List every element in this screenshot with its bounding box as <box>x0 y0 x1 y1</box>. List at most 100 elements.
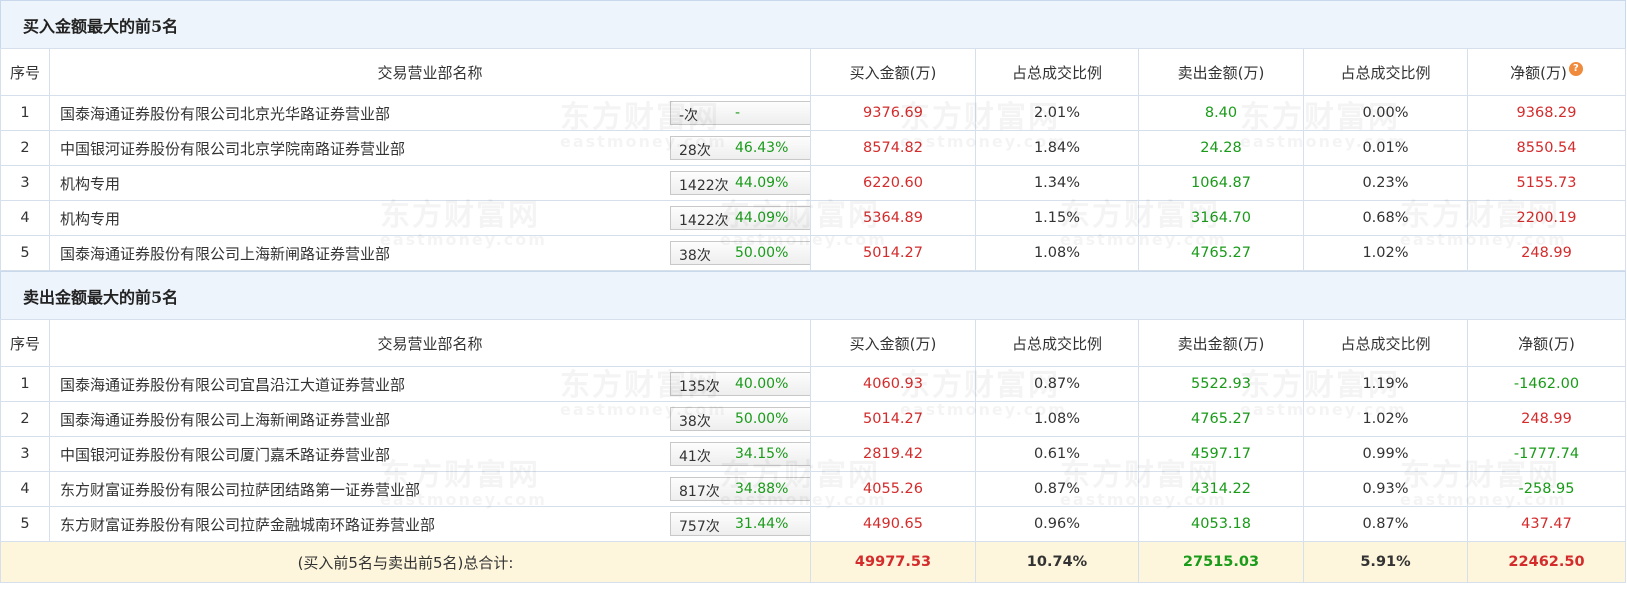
buy-ratio: 0.87% <box>975 366 1139 402</box>
total-net-amount: 22462.50 <box>1467 541 1626 583</box>
listing-count: 38次 <box>679 414 711 430</box>
net-amount: -1777.74 <box>1467 436 1626 472</box>
listing-count: 28次 <box>679 143 711 159</box>
header-sell-amount[interactable]: 卖出金额(万) <box>1138 48 1304 96</box>
branch-cell: 国泰海通证券股份有限公司北京光华路证券营业部 -次-? <box>49 95 811 131</box>
branch-cell: 东方财富证券股份有限公司拉萨金融城南环路证券营业部 757次 31.44% <box>49 506 811 542</box>
table-row: 5 国泰海通证券股份有限公司上海新闸路证券营业部 38次 50.00% 5014.27 1… <box>0 235 1626 271</box>
branch-cell: 国泰海通证券股份有限公司宜昌沿江大道证券营业部 135次40.00%? <box>49 366 811 402</box>
branch-stats-button[interactable]: 38次 50.00% <box>670 241 810 265</box>
header-net-amount[interactable]: 净额(万) <box>1467 319 1626 367</box>
row-index: 5 <box>0 235 50 271</box>
sell-ratio: 1.02% <box>1303 401 1468 437</box>
row-index: 2 <box>0 401 50 437</box>
branch-stats-button[interactable]: 41次 34.15% <box>670 442 810 466</box>
buy-amount: 8574.82 <box>810 130 976 166</box>
sell-amount: 5522.93 <box>1138 366 1304 402</box>
branch-cell: 中国银河证券股份有限公司北京学院南路证券营业部 28次 46.43% <box>49 130 811 166</box>
branch-stats-button[interactable]: 28次 46.43% <box>670 136 810 160</box>
header-sell-amount[interactable]: 卖出金额(万) <box>1138 319 1304 367</box>
buy-ratio: 0.87% <box>975 471 1139 507</box>
branch-name-link[interactable]: 东方财富证券股份有限公司拉萨团结路第一证券营业部 <box>60 479 420 500</box>
sell-section-title: 卖出金额最大的前5名 <box>0 271 1626 319</box>
table-header-row: 序号 交易营业部名称 买入金额(万) 占总成交比例 卖出金额(万) 占总成交比例… <box>0 319 1626 367</box>
sell-ratio: 0.23% <box>1303 165 1468 201</box>
buy-ratio: 2.01% <box>975 95 1139 131</box>
buy-amount: 5014.27 <box>810 401 976 437</box>
branch-name-link[interactable]: 机构专用 <box>60 208 120 229</box>
sell-amount: 4765.27 <box>1138 401 1304 437</box>
win-rate: 44.09% <box>735 175 789 191</box>
table-row: 1国泰海通证券股份有限公司北京光华路证券营业部-次-?9376.692.01%8… <box>0 95 1626 131</box>
total-sell-ratio: 5.91% <box>1303 541 1468 583</box>
branch-name-link[interactable]: 东方财富证券股份有限公司拉萨金融城南环路证券营业部 <box>60 514 435 535</box>
row-index: 1 <box>0 95 50 131</box>
net-amount: 248.99 <box>1467 235 1626 271</box>
branch-cell: 东方财富证券股份有限公司拉萨团结路第一证券营业部 817次 34.88% <box>49 471 811 507</box>
sell-ratio: 0.93% <box>1303 471 1468 507</box>
branch-name-link[interactable]: 国泰海通证券股份有限公司北京光华路证券营业部 <box>60 103 390 124</box>
branch-cell: 机构专用 1422次 44.09% <box>49 200 811 236</box>
buy-top5-table: 序号 交易营业部名称 买入金额(万) 占总成交比例 卖出金额(万) 占总成交比例… <box>0 48 1626 271</box>
table-row: 4 机构专用 1422次 44.09% 5364.89 1.15% 3164.70 0.68%… <box>0 200 1626 236</box>
branch-stats-button[interactable]: 1422次 44.09% <box>670 171 810 195</box>
branch-name-link[interactable]: 机构专用 <box>60 173 120 194</box>
branch-name-link[interactable]: 国泰海通证券股份有限公司上海新闸路证券营业部 <box>60 243 390 264</box>
buy-ratio: 1.08% <box>975 401 1139 437</box>
sell-amount: 3164.70 <box>1138 200 1304 236</box>
header-net-label: 净额(万) <box>1510 63 1567 82</box>
branch-stats-button[interactable]: 757次 31.44% <box>670 512 810 536</box>
win-rate: 46.43% <box>735 140 789 156</box>
branch-name-link[interactable]: 国泰海通证券股份有限公司宜昌沿江大道证券营业部 <box>60 374 405 395</box>
net-amount: -1462.00 <box>1467 366 1626 402</box>
net-amount: 9368.29 <box>1467 95 1626 131</box>
sell-amount: 4314.22 <box>1138 471 1304 507</box>
buy-ratio: 1.08% <box>975 235 1139 271</box>
listing-count: 41次 <box>679 449 711 465</box>
listing-count: 1422次 <box>679 178 729 194</box>
sell-amount: 4597.17 <box>1138 436 1304 472</box>
help-icon[interactable]: ? <box>1568 61 1583 76</box>
buy-section-title: 买入金额最大的前5名 <box>0 0 1626 48</box>
win-rate: 50.00% <box>735 411 789 427</box>
row-index: 2 <box>0 130 50 166</box>
header-sell-ratio[interactable]: 占总成交比例 <box>1303 48 1468 96</box>
row-index: 4 <box>0 471 50 507</box>
row-index: 4 <box>0 200 50 236</box>
sell-amount: 4053.18 <box>1138 506 1304 542</box>
branch-stats-button[interactable]: 1422次 44.09% <box>670 206 810 230</box>
net-amount: -258.95 <box>1467 471 1626 507</box>
dragon-tiger-board: 买入金额最大的前5名 序号 交易营业部名称 买入金额(万) 占总成交比例 卖出金… <box>0 0 1626 583</box>
header-buy-amount[interactable]: 买入金额(万) <box>810 319 976 367</box>
listing-count: 757次 <box>679 519 720 535</box>
listing-count: -次 <box>679 108 699 124</box>
buy-amount: 4060.93 <box>810 366 976 402</box>
header-buy-ratio[interactable]: 占总成交比例 <box>975 319 1139 367</box>
win-rate: 34.15% <box>735 446 789 462</box>
buy-ratio: 0.61% <box>975 436 1139 472</box>
net-amount: 5155.73 <box>1467 165 1626 201</box>
table-row: 2 国泰海通证券股份有限公司上海新闸路证券营业部 38次 50.00% 5014.27 1… <box>0 401 1626 437</box>
sell-ratio: 1.19% <box>1303 366 1468 402</box>
buy-ratio: 1.84% <box>975 130 1139 166</box>
branch-stats-button[interactable]: -次-? <box>670 101 810 125</box>
row-index: 1 <box>0 366 50 402</box>
branch-stats-button[interactable]: 38次 50.00% <box>670 407 810 431</box>
branch-name-link[interactable]: 中国银河证券股份有限公司厦门嘉禾路证券营业部 <box>60 444 390 465</box>
header-buy-amount[interactable]: 买入金额(万) <box>810 48 976 96</box>
net-amount: 248.99 <box>1467 401 1626 437</box>
branch-cell: 国泰海通证券股份有限公司上海新闸路证券营业部 38次 50.00% <box>49 401 811 437</box>
sell-amount: 1064.87 <box>1138 165 1304 201</box>
table-row: 3 机构专用 1422次 44.09% 6220.60 1.34% 1064.87 0.23%… <box>0 165 1626 201</box>
branch-stats-button[interactable]: 135次40.00%? <box>670 372 810 396</box>
branch-name-link[interactable]: 国泰海通证券股份有限公司上海新闸路证券营业部 <box>60 409 390 430</box>
branch-stats-button[interactable]: 817次 34.88% <box>670 477 810 501</box>
sell-ratio: 0.99% <box>1303 436 1468 472</box>
header-sell-ratio[interactable]: 占总成交比例 <box>1303 319 1468 367</box>
win-rate: 44.09% <box>735 210 789 226</box>
header-buy-ratio[interactable]: 占总成交比例 <box>975 48 1139 96</box>
sell-top5-table: 序号 交易营业部名称 买入金额(万) 占总成交比例 卖出金额(万) 占总成交比例… <box>0 319 1626 583</box>
branch-name-link[interactable]: 中国银河证券股份有限公司北京学院南路证券营业部 <box>60 138 405 159</box>
header-net-amount[interactable]: 净额(万)? <box>1467 48 1626 96</box>
buy-amount: 4055.26 <box>810 471 976 507</box>
